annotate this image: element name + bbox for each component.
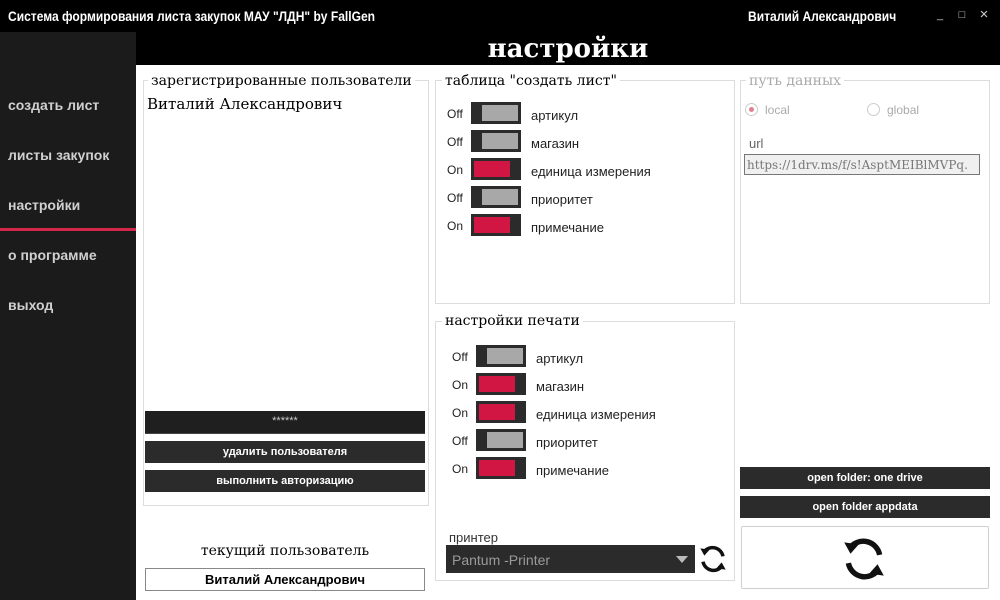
radio-global[interactable] xyxy=(867,103,880,116)
close-icon: × xyxy=(979,6,989,23)
sidebar-item-create-list[interactable]: создать лист xyxy=(8,97,99,113)
registered-users-legend: зарегистрированные пользователи xyxy=(148,73,415,89)
printer-label: принтер xyxy=(449,530,498,545)
refresh-icon xyxy=(844,538,884,580)
toggle-label: магазин xyxy=(536,379,585,394)
toggle-store-print[interactable] xyxy=(476,373,526,395)
open-onedrive-folder-button[interactable]: open folder: one drive xyxy=(740,467,990,489)
create-list-table-legend: таблица "создать лист" xyxy=(442,73,620,89)
toggle-article-create[interactable] xyxy=(471,102,521,124)
refresh-button[interactable] xyxy=(741,526,989,589)
toggle-note-print[interactable] xyxy=(476,457,526,479)
toggle-state-label: On xyxy=(452,462,469,476)
toggle-state-label: Off xyxy=(452,434,468,448)
toggle-label: примечание xyxy=(531,220,604,235)
toggle-note-create[interactable] xyxy=(471,214,521,236)
sidebar-item-exit[interactable]: выход xyxy=(8,297,53,313)
authorize-button[interactable]: выполнить авторизацию xyxy=(145,470,425,492)
password-input[interactable]: ****** xyxy=(145,411,425,434)
toggle-unit-create[interactable] xyxy=(471,158,521,180)
settings-content: зарегистрированные пользователи Виталий … xyxy=(136,65,1000,600)
title-bar: Система формирования листа закупок МАУ "… xyxy=(0,0,1000,32)
data-path-legend: путь данных xyxy=(746,73,845,89)
toggle-label: магазин xyxy=(531,136,580,151)
toggle-state-label: On xyxy=(447,219,464,233)
toggle-label: приоритет xyxy=(531,192,593,207)
toggle-state-label: Off xyxy=(447,191,463,205)
toggle-priority-print[interactable] xyxy=(476,429,526,451)
printer-select-value: Pantum -Printer xyxy=(452,552,551,568)
maximize-icon: □ xyxy=(958,9,966,21)
toggle-state-label: Off xyxy=(452,350,468,364)
window-user-name: Виталий Александрович xyxy=(748,8,897,24)
toggle-label: приоритет xyxy=(536,435,598,450)
app-title: Система формирования листа закупок МАУ "… xyxy=(8,8,376,24)
delete-user-button[interactable]: удалить пользователя xyxy=(145,441,425,463)
maximize-button[interactable]: □ xyxy=(952,7,972,23)
print-settings-legend: настройки печати xyxy=(442,313,583,329)
current-user-field: Виталий Александрович xyxy=(145,568,425,591)
radio-global-label: global xyxy=(887,103,920,117)
current-user-label: текущий пользователь xyxy=(200,543,370,559)
toggle-priority-create[interactable] xyxy=(471,186,521,208)
printer-select[interactable]: Pantum -Printer xyxy=(446,545,695,573)
chevron-down-icon xyxy=(676,556,688,563)
toggle-state-label: On xyxy=(452,378,469,392)
toggle-state-label: On xyxy=(447,163,464,177)
toggle-label: артикул xyxy=(536,351,584,366)
close-button[interactable]: × xyxy=(974,7,994,23)
toggle-article-print[interactable] xyxy=(476,345,526,367)
url-label: url xyxy=(749,136,764,151)
url-input[interactable]: https://1drv.ms/f/s!AsptMEIBlMVPq. xyxy=(744,154,980,175)
toggle-state-label: Off xyxy=(447,135,463,149)
sidebar-item-purchase-lists[interactable]: листы закупок xyxy=(8,147,109,163)
refresh-printers-icon[interactable] xyxy=(697,543,729,575)
sidebar: создать лист листы закупок настройки о п… xyxy=(0,32,136,600)
minimize-button[interactable]: _ xyxy=(930,7,950,23)
open-appdata-folder-button[interactable]: open folder appdata xyxy=(740,496,990,518)
page-header: настройки xyxy=(136,32,1000,65)
radio-local-label: local xyxy=(765,103,790,117)
toggle-label: примечание xyxy=(536,463,609,478)
minimize-icon: _ xyxy=(936,9,944,21)
toggle-label: единица измерения xyxy=(531,164,651,179)
toggle-store-create[interactable] xyxy=(471,130,521,152)
toggle-state-label: On xyxy=(452,406,469,420)
page-title: настройки xyxy=(487,34,649,64)
user-list-item[interactable]: Виталий Александрович xyxy=(147,95,342,113)
toggle-unit-print[interactable] xyxy=(476,401,526,423)
radio-local[interactable] xyxy=(745,103,758,116)
toggle-label: единица измерения xyxy=(536,407,656,422)
active-nav-indicator xyxy=(0,228,136,231)
toggle-state-label: Off xyxy=(447,107,463,121)
sidebar-item-about[interactable]: о программе xyxy=(8,247,97,263)
sidebar-item-settings[interactable]: настройки xyxy=(8,197,80,213)
toggle-label: артикул xyxy=(531,108,579,123)
